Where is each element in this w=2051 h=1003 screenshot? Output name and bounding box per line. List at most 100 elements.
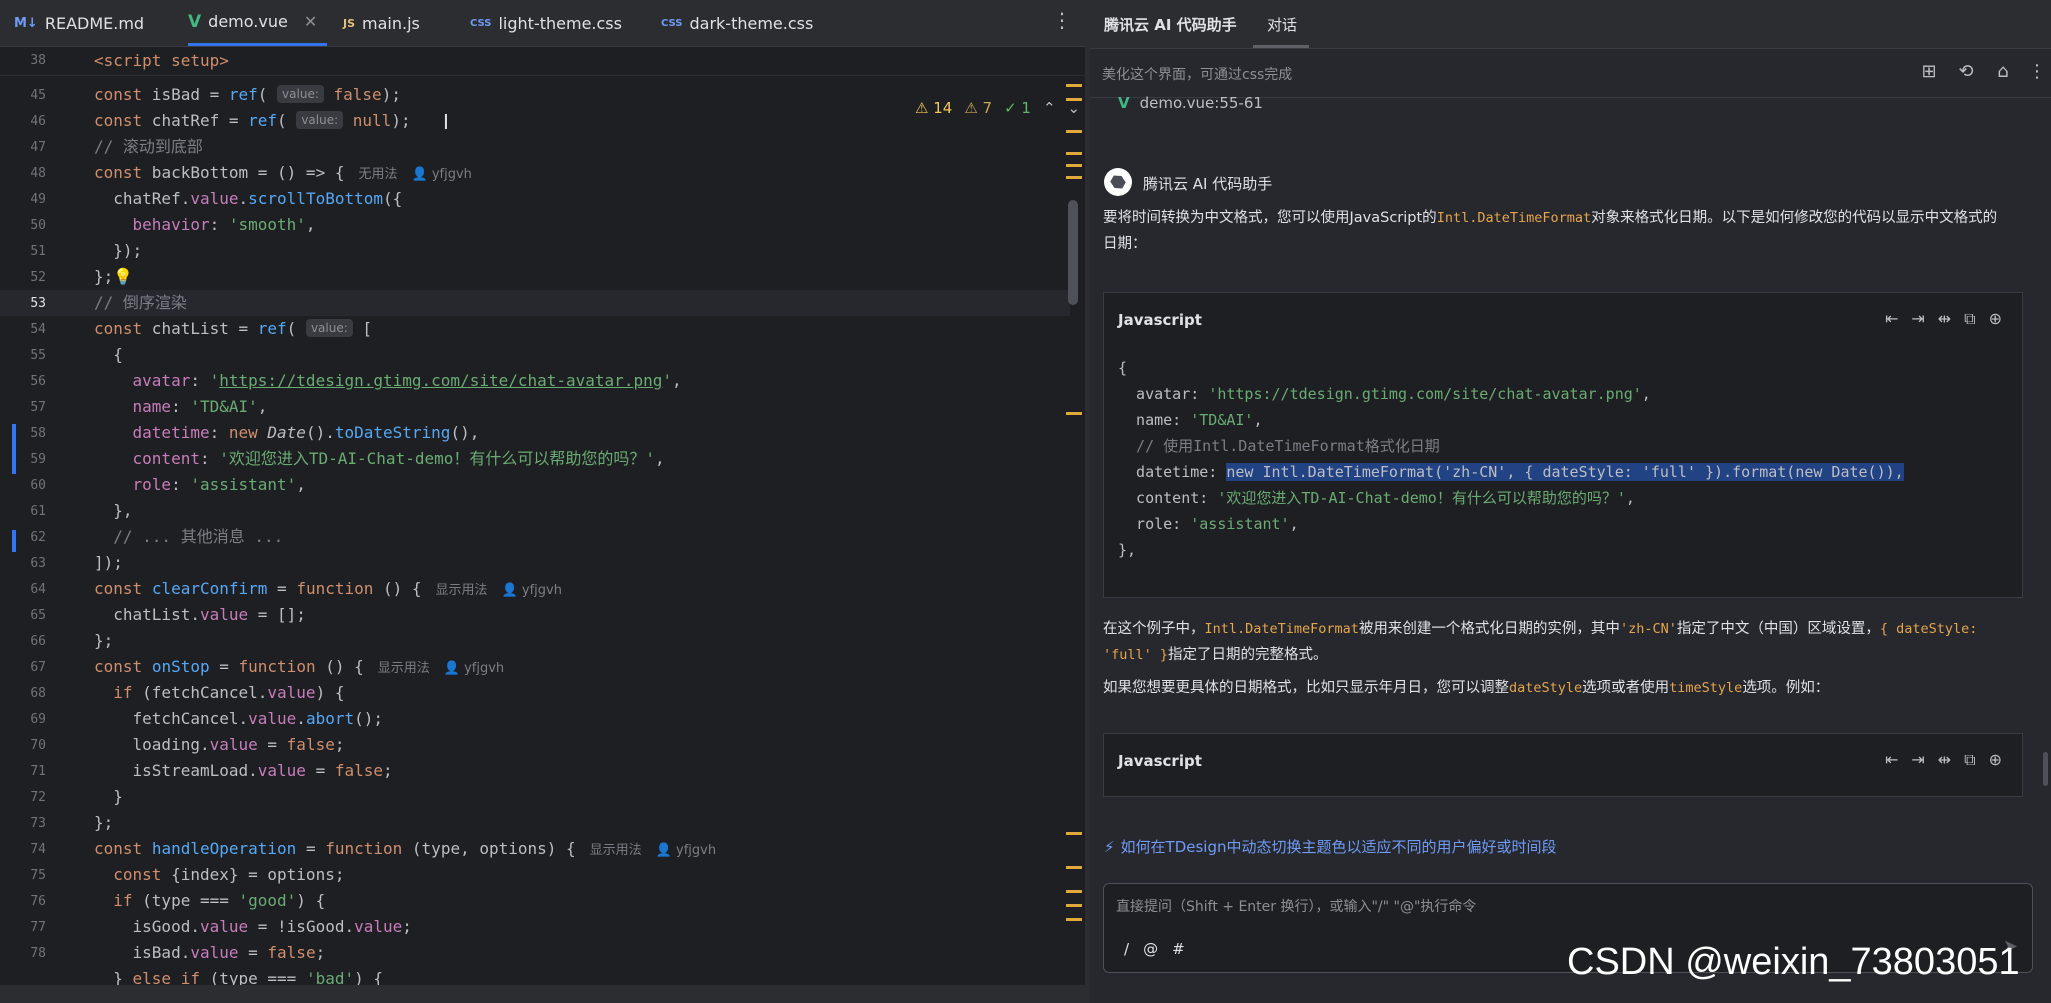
code-line[interactable]: }); [94, 238, 142, 264]
copy-icon[interactable]: ⧉ [1964, 309, 1975, 329]
error-stripe-mark[interactable] [1066, 918, 1082, 921]
more-icon[interactable]: ⋮ [2026, 61, 2048, 83]
code-line[interactable]: }, [94, 498, 132, 524]
code-line[interactable]: };💡 [94, 264, 133, 290]
insert-icon[interactable]: ⇥ [1911, 750, 1924, 770]
toolbox-icon[interactable]: ⌂ [1992, 61, 2014, 83]
code-line[interactable]: chatRef.value.scrollToBottom({ [94, 186, 402, 212]
sticky-scope-header[interactable]: 38 <script setup> ⚠ 14 ⚠ 7 ✓ 1 ⌃ ⌄ [0, 47, 1085, 117]
code-line[interactable]: role: 'assistant', [94, 472, 306, 498]
code-line[interactable]: const isBad = ref( value: false); [94, 82, 401, 108]
line-number: 58 [30, 426, 46, 441]
error-stripe-mark[interactable] [1066, 890, 1082, 893]
error-stripe-mark[interactable] [1066, 176, 1082, 179]
code-line[interactable]: isStreamLoad.value = false; [94, 758, 393, 784]
history-icon[interactable]: ⟲ [1955, 61, 1977, 83]
code-line[interactable]: // 倒序渲染 [94, 290, 187, 316]
weak-warning-count[interactable]: ⚠ 7 [964, 99, 992, 117]
new-file-icon[interactable]: ⊕ [1989, 309, 2002, 329]
tab-main-js[interactable]: JS main.js [343, 0, 420, 46]
tab-chat[interactable]: 对话 [1267, 14, 1297, 35]
code-line[interactable]: { [94, 342, 123, 368]
error-stripe-mark[interactable] [1066, 904, 1082, 907]
insert-icon[interactable]: ⇥ [1911, 309, 1924, 329]
error-stripe-mark[interactable] [1066, 98, 1082, 101]
line-number: 50 [30, 218, 46, 233]
line-number: 53 [30, 296, 46, 311]
code-line[interactable]: behavior: 'smooth', [94, 212, 316, 238]
new-chat-icon[interactable]: ⊞ [1918, 61, 1940, 83]
line-number: 73 [30, 816, 46, 831]
code-line[interactable]: name: 'TD&AI', [94, 394, 268, 420]
code-line[interactable]: loading.value = false; [94, 732, 345, 758]
slash-command-button[interactable]: / [1124, 940, 1129, 958]
css-file-icon: CSS [661, 17, 683, 29]
code-line[interactable]: chatList.value = []; [94, 602, 306, 628]
code-content[interactable]: { avatar: 'https://tdesign.gtimg.com/sit… [1118, 355, 1904, 563]
tab-label: dark-theme.css [689, 13, 814, 33]
insert-at-cursor-icon[interactable]: ⇤ [1885, 309, 1898, 329]
warning-count[interactable]: ⚠ 14 [915, 99, 952, 117]
code-line[interactable]: const clearConfirm = function () {显示用法 👤 … [94, 576, 562, 604]
editor-scrollbar[interactable] [1068, 200, 1078, 305]
code-line[interactable]: }; [94, 810, 113, 836]
code-line[interactable]: } [94, 784, 123, 810]
panel-scrollbar[interactable] [2043, 752, 2048, 786]
code-line[interactable]: if (type === 'good') { [94, 888, 325, 914]
code-line[interactable]: avatar: 'https://tdesign.gtimg.com/site/… [94, 368, 682, 394]
code-line[interactable]: const handleOperation = function (type, … [94, 836, 716, 864]
vue-file-icon: V [1118, 94, 1130, 112]
tab-readme[interactable]: M↓ README.md [14, 0, 144, 46]
code-line[interactable]: // 滚动到底部 [94, 134, 203, 160]
code-line[interactable]: const onStop = function () {显示用法 👤 yfjgvh [94, 654, 504, 682]
code-editor[interactable]: M↓ README.md V demo.vue ✕ JS main.js CSS… [0, 0, 1085, 1003]
tab-demo-vue[interactable]: V demo.vue ✕ [188, 0, 328, 46]
vcs-change-marker[interactable] [12, 530, 16, 552]
code-line[interactable]: datetime: new Date().toDateString(), [94, 420, 480, 446]
error-stripe-mark[interactable] [1066, 412, 1082, 415]
error-stripe-mark[interactable] [1066, 866, 1082, 869]
tab-light-theme-css[interactable]: CSS light-theme.css [470, 0, 622, 46]
code-line[interactable]: ]); [94, 550, 123, 576]
chevron-down-icon[interactable]: ⌄ [1068, 99, 1081, 117]
code-line[interactable]: isGood.value = !isGood.value; [94, 914, 412, 940]
new-file-icon[interactable]: ⊕ [1989, 750, 2002, 770]
line-number: 66 [30, 634, 46, 649]
error-stripe-mark[interactable] [1066, 130, 1082, 133]
mention-button[interactable]: @ [1143, 940, 1158, 958]
line-number: 76 [30, 894, 46, 909]
copy-icon[interactable]: ⧉ [1964, 750, 1975, 770]
code-line[interactable]: const {index} = options; [94, 862, 344, 888]
code-line[interactable]: const chatRef = ref( value: null); [94, 108, 411, 134]
javascript-file-icon: JS [343, 16, 356, 30]
code-line[interactable]: }; [94, 628, 113, 654]
suggested-question[interactable]: ⚡ 如何在TDesign中动态切换主题色以适应不同的用户偏好或时间段 [1104, 836, 1557, 857]
hash-reference-button[interactable]: # [1172, 940, 1185, 958]
code-line[interactable]: // ... 其他消息 ... [94, 524, 283, 550]
more-tabs-icon[interactable]: ⋮ [1052, 8, 1072, 32]
close-icon[interactable]: ✕ [304, 12, 317, 31]
lightbulb-icon[interactable]: 💡 [113, 267, 133, 286]
code-line[interactable]: isBad.value = false; [94, 940, 326, 966]
code-line[interactable]: content: '欢迎您进入TD-AI-Chat-demo！有什么可以帮助您的… [94, 446, 665, 472]
error-stripe-mark[interactable] [1066, 84, 1082, 87]
reference-file[interactable]: Vdemo.vue:55-61 [1118, 94, 1263, 112]
code-line[interactable]: if (fetchCancel.value) { [94, 680, 344, 706]
code-line[interactable]: const backBottom = () => {无用法 👤 yfjgvh [94, 160, 472, 188]
diff-icon[interactable]: ⇹ [1938, 750, 1951, 770]
tab-dark-theme-css[interactable]: CSS dark-theme.css [661, 0, 813, 46]
error-stripe-mark[interactable] [1066, 832, 1082, 835]
error-stripe-mark[interactable] [1066, 152, 1082, 155]
chevron-up-icon[interactable]: ⌃ [1043, 99, 1056, 117]
insert-at-cursor-icon[interactable]: ⇤ [1885, 750, 1898, 770]
code-line[interactable]: const chatList = ref( value: [ [94, 316, 372, 342]
code-line[interactable]: fetchCancel.value.abort(); [94, 706, 383, 732]
code-block: Javascript ⇤ ⇥ ⇹ ⧉ ⊕ { avatar: 'https://… [1103, 292, 2023, 598]
vcs-change-marker[interactable] [12, 424, 16, 474]
diff-icon[interactable]: ⇹ [1938, 309, 1951, 329]
answer-more: 如果您想要更具体的日期格式，比如只显示年月日，您可以调整dateStyle选项或… [1103, 680, 1830, 696]
inspection-widget[interactable]: ⚠ 14 ⚠ 7 ✓ 1 ⌃ ⌄ [915, 99, 1080, 117]
context-text[interactable]: 美化这个界面，可通过css完成 [1102, 64, 1292, 84]
error-stripe-mark[interactable] [1066, 164, 1082, 167]
ok-count[interactable]: ✓ 1 [1004, 99, 1031, 117]
